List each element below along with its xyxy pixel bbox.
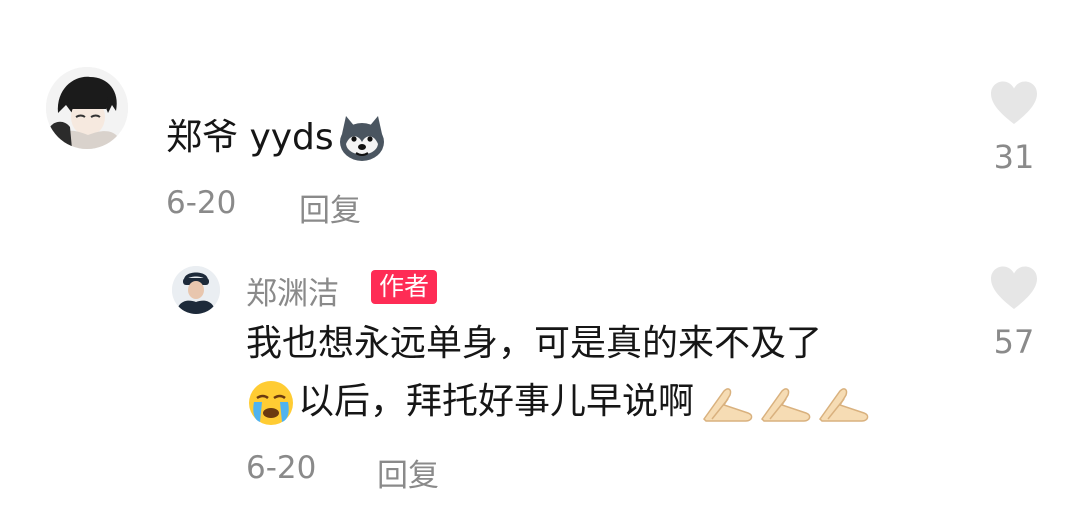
comment-like-button[interactable]: 31 [984, 80, 1044, 176]
reply-text-line-1: 我也想永远单身，可是真的来不及了 [246, 318, 822, 370]
comment-thread: 郑爷 yyds 6-20 回复 31 郑渊洁 作者 我也想永远单身，可是真的来不… [0, 0, 1080, 522]
reply-text-line-2: 以后，拜托好事儿早说啊 [246, 376, 870, 428]
comment-like-count: 31 [993, 138, 1035, 176]
author-badge: 作者 [371, 270, 438, 304]
heart-icon [991, 81, 1037, 124]
author-username[interactable]: 郑渊洁 [246, 268, 339, 313]
folded-hands-emoji [760, 383, 812, 423]
reply-like-button[interactable]: 57 [984, 265, 1044, 361]
commenter-avatar[interactable] [46, 67, 128, 149]
folded-hands-emoji [818, 383, 870, 423]
heart-icon [991, 266, 1037, 309]
comment-text: 郑爷 yyds [166, 112, 388, 164]
crying-face-emoji [246, 378, 296, 428]
author-avatar[interactable] [172, 266, 220, 314]
reply-text-line-2-label: 以后，拜托好事儿早说啊 [298, 381, 695, 422]
reply-reply-button[interactable]: 回复 [377, 450, 439, 495]
comment-text-label: 郑爷 yyds [166, 117, 334, 158]
husky-dog-emoji [336, 114, 388, 164]
comment-reply-button[interactable]: 回复 [299, 185, 361, 230]
comment-date: 6-20 [166, 185, 237, 221]
reply-like-count: 57 [993, 323, 1035, 361]
folded-hands-emoji [702, 383, 754, 423]
reply-text-line-1-label: 我也想永远单身，可是真的来不及了 [246, 323, 823, 364]
reply-date: 6-20 [246, 450, 317, 486]
